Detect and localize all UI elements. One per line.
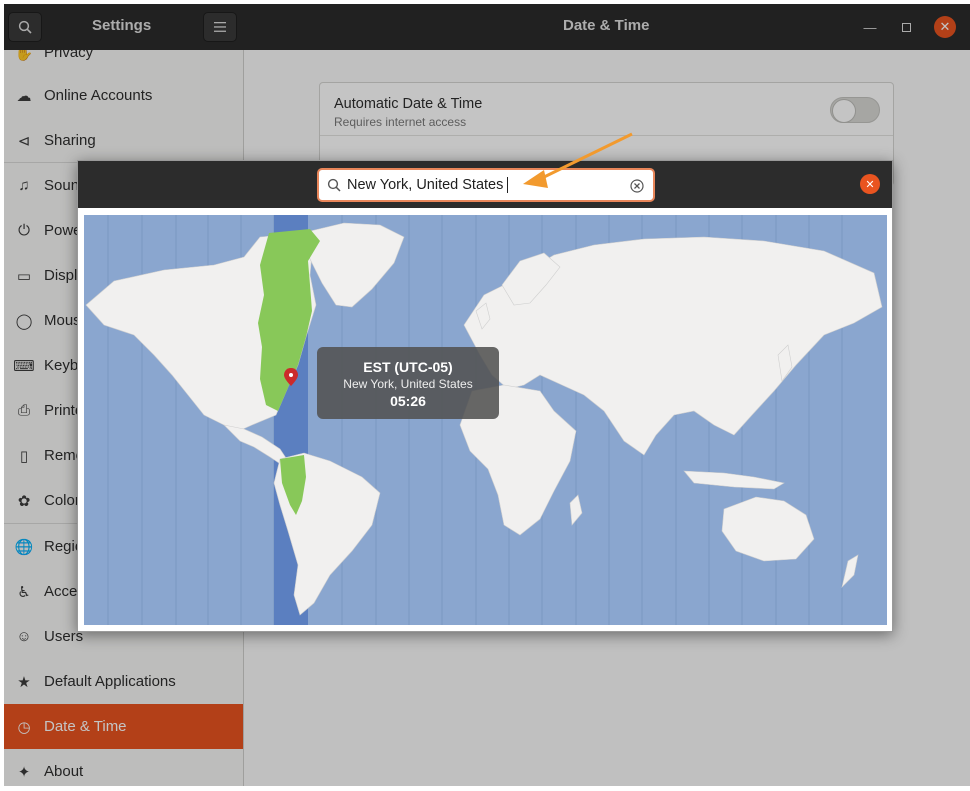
settings-window: Settings Date & Time — ✕ ✋ Privacy ☁ Onlin… <box>4 4 970 786</box>
annotation-arrow <box>523 132 633 188</box>
